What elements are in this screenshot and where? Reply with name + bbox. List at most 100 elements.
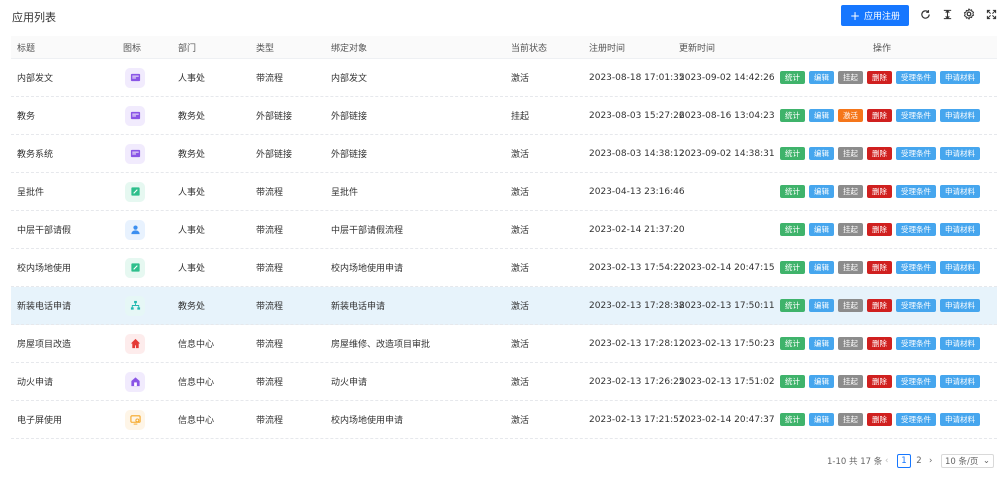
settings-icon[interactable]: [962, 7, 976, 21]
materials-button[interactable]: 申请材料: [940, 109, 980, 122]
stats-button[interactable]: 统计: [780, 109, 805, 122]
document-icon: [125, 67, 145, 88]
table-row[interactable]: 新装电话申请 教务处 带流程 新装电话申请 激活 2023-02-13 17:28:38 2…: [11, 287, 997, 325]
next-page-button[interactable]: ›: [929, 454, 932, 468]
delete-button[interactable]: 删除: [867, 147, 892, 160]
delete-button[interactable]: 删除: [867, 109, 892, 122]
edit-button[interactable]: 编辑: [809, 185, 834, 198]
stats-button[interactable]: 统计: [780, 223, 805, 236]
conditions-button[interactable]: 受理条件: [896, 185, 936, 198]
delete-button[interactable]: 删除: [867, 71, 892, 84]
suspend-button[interactable]: 挂起: [838, 147, 863, 160]
density-icon[interactable]: [940, 7, 954, 21]
cell-target: 校内场地使用申请: [331, 264, 404, 274]
refresh-icon[interactable]: [918, 7, 932, 21]
edit-button[interactable]: 编辑: [809, 109, 834, 122]
stats-button[interactable]: 统计: [780, 337, 805, 350]
delete-button[interactable]: 删除: [867, 413, 892, 426]
table-row[interactable]: 教务系统 教务处 外部链接 外部链接 激活 2023-08-03 14:38:12 2023…: [11, 135, 997, 173]
stats-button[interactable]: 统计: [780, 299, 805, 312]
suspend-button[interactable]: 挂起: [838, 299, 863, 312]
cell-dept: 信息中心: [178, 378, 215, 388]
suspend-button[interactable]: 挂起: [838, 375, 863, 388]
fullscreen-icon[interactable]: [984, 7, 998, 21]
conditions-button[interactable]: 受理条件: [896, 337, 936, 350]
table-row[interactable]: 内部发文 人事处 带流程 内部发文 激活 2023-08-18 17:01:35 2023-…: [11, 59, 997, 97]
stats-button[interactable]: 统计: [780, 71, 805, 84]
materials-button[interactable]: 申请材料: [940, 299, 980, 312]
edit-button[interactable]: 编辑: [809, 337, 834, 350]
cell-updated: 2023-02-13 17:50:11: [679, 300, 775, 311]
edit-icon: [125, 181, 145, 202]
materials-button[interactable]: 申请材料: [940, 71, 980, 84]
suspend-button[interactable]: 挂起: [838, 223, 863, 236]
edit-button[interactable]: 编辑: [809, 71, 834, 84]
row-actions: 统计 编辑 激活 删除 受理条件 申请材料: [780, 97, 980, 134]
stats-button[interactable]: 统计: [780, 147, 805, 160]
cell-dept: 人事处: [178, 264, 206, 274]
conditions-button[interactable]: 受理条件: [896, 413, 936, 426]
materials-button[interactable]: 申请材料: [940, 261, 980, 274]
cell-status: 激活: [511, 150, 530, 160]
conditions-button[interactable]: 受理条件: [896, 299, 936, 312]
delete-button[interactable]: 删除: [867, 375, 892, 388]
table-row[interactable]: 中层干部请假 人事处 带流程 中层干部请假流程 激活 2023-02-14 21:37:2…: [11, 211, 997, 249]
edit-button[interactable]: 编辑: [809, 375, 834, 388]
stats-button[interactable]: 统计: [780, 413, 805, 426]
table-row[interactable]: 校内场地使用 人事处 带流程 校内场地使用申请 激活 2023-02-13 17:54:2…: [11, 249, 997, 287]
edit-button[interactable]: 编辑: [809, 223, 834, 236]
prev-page-button[interactable]: ‹: [885, 454, 888, 468]
materials-button[interactable]: 申请材料: [940, 337, 980, 350]
conditions-button[interactable]: 受理条件: [896, 109, 936, 122]
materials-button[interactable]: 申请材料: [940, 375, 980, 388]
row-actions: 统计 编辑 挂起 删除 受理条件 申请材料: [780, 59, 980, 96]
stats-button[interactable]: 统计: [780, 185, 805, 198]
cell-icon: [123, 401, 145, 438]
page-1-button[interactable]: 1: [897, 454, 911, 468]
suspend-button[interactable]: 挂起: [838, 185, 863, 198]
table-row[interactable]: 呈批件 人事处 带流程 呈批件 激活 2023-04-13 23:16:46 统计 编辑 挂起删…: [11, 173, 997, 211]
cell-updated: 2023-02-14 20:47:15: [679, 262, 775, 273]
delete-button[interactable]: 删除: [867, 261, 892, 274]
cell-title: 新装电话申请: [17, 302, 72, 312]
edit-button[interactable]: 编辑: [809, 413, 834, 426]
delete-button[interactable]: 删除: [867, 337, 892, 350]
activate-button[interactable]: 激活: [838, 109, 863, 122]
page-size-select[interactable]: 10 条/页 ⌄: [941, 454, 994, 468]
conditions-button[interactable]: 受理条件: [896, 223, 936, 236]
cell-registered: 2023-02-13 17:26:25: [589, 376, 685, 387]
materials-button[interactable]: 申请材料: [940, 147, 980, 160]
cell-registered: 2023-02-13 17:21:57: [589, 414, 685, 425]
table-row[interactable]: 房屋项目改造 信息中心 带流程 房屋维修、改造项目审批 激活 2023-02-13 17:…: [11, 325, 997, 363]
document-icon: [125, 105, 145, 126]
stats-button[interactable]: 统计: [780, 375, 805, 388]
table-row[interactable]: 教务 教务处 外部链接 外部链接 挂起 2023-08-03 15:27:26 2023-0…: [11, 97, 997, 135]
col-icon: 图标: [123, 43, 142, 54]
stats-button[interactable]: 统计: [780, 261, 805, 274]
delete-button[interactable]: 删除: [867, 185, 892, 198]
table-row[interactable]: 动火申请 信息中心 带流程 动火申请 激活 2023-02-13 17:26:25 2023…: [11, 363, 997, 401]
suspend-button[interactable]: 挂起: [838, 413, 863, 426]
delete-button[interactable]: 删除: [867, 223, 892, 236]
col-ops: 操作: [873, 43, 892, 54]
suspend-button[interactable]: 挂起: [838, 261, 863, 274]
delete-button[interactable]: 删除: [867, 299, 892, 312]
edit-button[interactable]: 编辑: [809, 147, 834, 160]
materials-button[interactable]: 申请材料: [940, 223, 980, 236]
row-actions: 统计 编辑 挂起 删除 受理条件 申请材料: [780, 135, 980, 172]
suspend-button[interactable]: 挂起: [838, 71, 863, 84]
edit-button[interactable]: 编辑: [809, 261, 834, 274]
register-app-button[interactable]: + 应用注册: [841, 5, 909, 26]
materials-button[interactable]: 申请材料: [940, 185, 980, 198]
table-row[interactable]: 电子屏使用 信息中心 带流程 校内场地使用申请 激活 2023-02-13 17:21:5…: [11, 401, 997, 439]
conditions-button[interactable]: 受理条件: [896, 261, 936, 274]
materials-button[interactable]: 申请材料: [940, 413, 980, 426]
cell-type: 外部链接: [256, 112, 293, 122]
suspend-button[interactable]: 挂起: [838, 337, 863, 350]
conditions-button[interactable]: 受理条件: [896, 147, 936, 160]
conditions-button[interactable]: 受理条件: [896, 375, 936, 388]
cell-icon: [123, 325, 145, 362]
page-2-button[interactable]: 2: [913, 454, 925, 468]
edit-button[interactable]: 编辑: [809, 299, 834, 312]
conditions-button[interactable]: 受理条件: [896, 71, 936, 84]
